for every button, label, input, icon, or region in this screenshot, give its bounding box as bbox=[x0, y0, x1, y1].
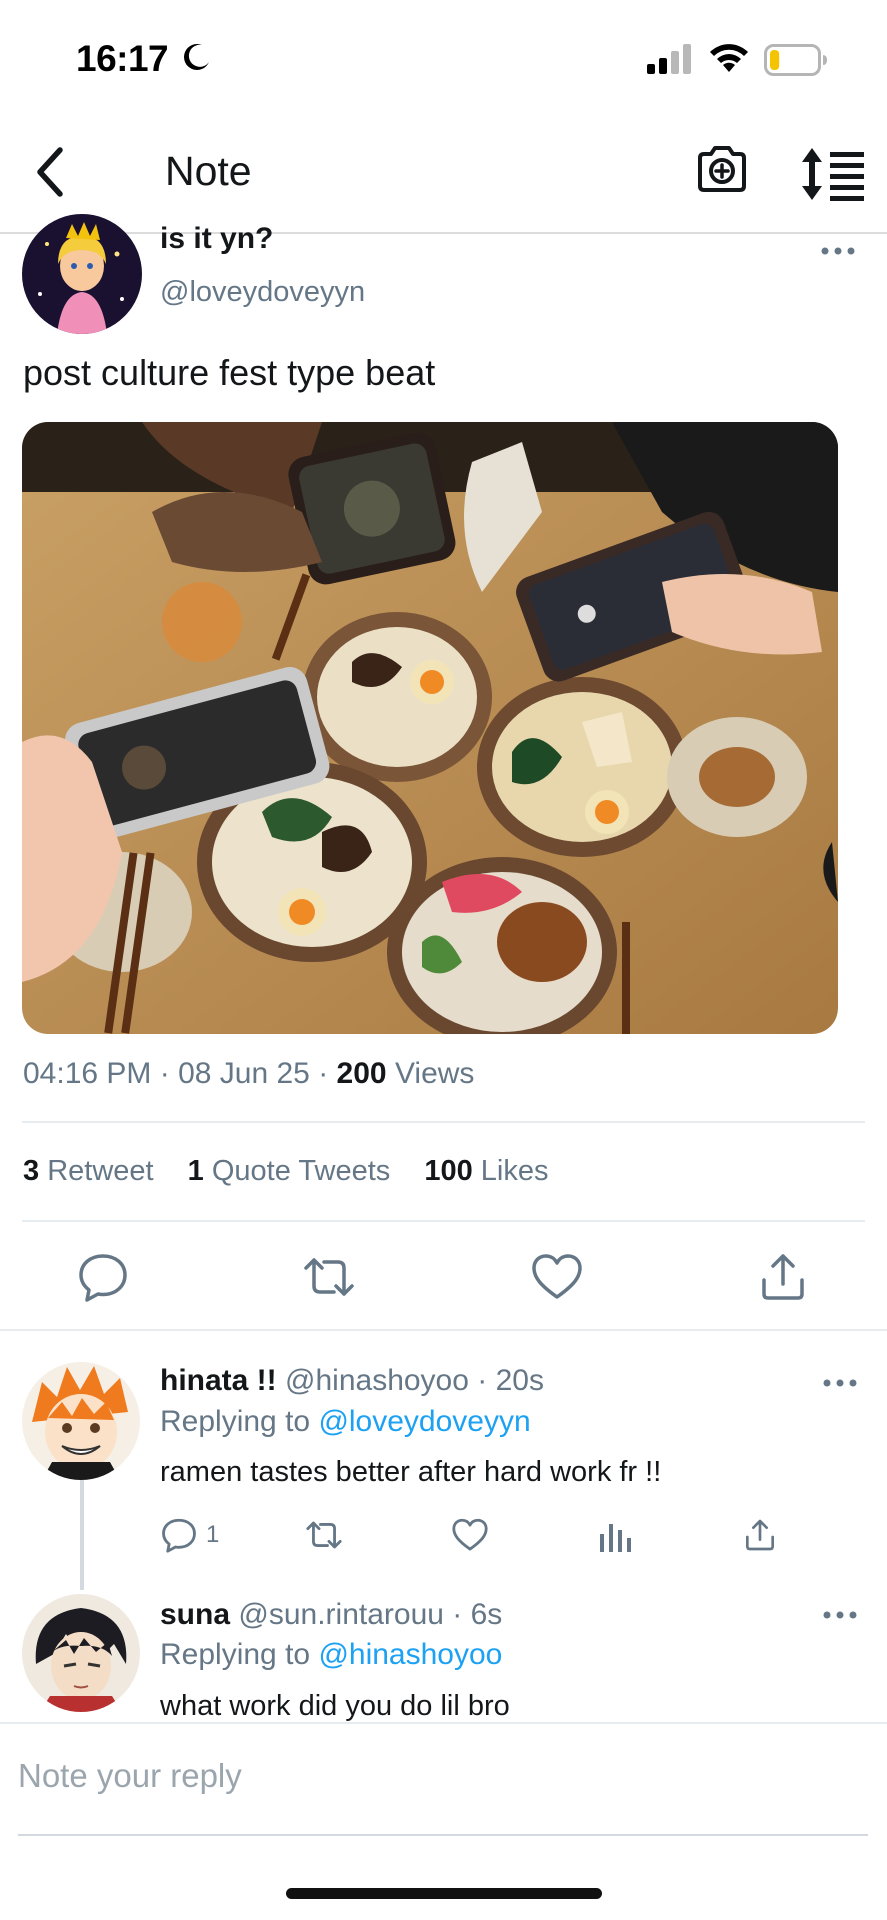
divider bbox=[22, 1121, 865, 1123]
reply-time: 6s bbox=[470, 1598, 503, 1631]
quotes-count: 1 bbox=[187, 1155, 204, 1187]
reply-like-button[interactable] bbox=[451, 1514, 489, 1556]
page-title: Note bbox=[165, 148, 252, 194]
reply-time: 20s bbox=[495, 1364, 544, 1397]
author-handle[interactable]: @loveydoveyyn bbox=[160, 276, 365, 309]
quotes-label: Quote Tweets bbox=[211, 1155, 391, 1187]
battery-icon bbox=[764, 44, 827, 76]
retweet-stat[interactable]: 3 Retweet bbox=[23, 1155, 154, 1187]
reply-action-bar: 1 bbox=[0, 1514, 887, 1560]
likes-stat[interactable]: 100 Likes bbox=[424, 1155, 548, 1187]
tweet-time: 04:16 PM bbox=[23, 1057, 152, 1090]
avatar-image bbox=[22, 1594, 140, 1712]
heart-icon[interactable] bbox=[530, 1250, 584, 1304]
cellular-signal-icon bbox=[647, 44, 691, 74]
retweets-count: 3 bbox=[23, 1155, 40, 1187]
reply-analytics-button[interactable] bbox=[598, 1514, 632, 1556]
reply-header: hinata !! @hinashoyoo · 20s bbox=[160, 1364, 544, 1397]
views-label: Views bbox=[394, 1057, 475, 1090]
tweet-date: 08 Jun 25 bbox=[178, 1057, 310, 1090]
sort-list-icon[interactable] bbox=[800, 146, 866, 202]
tweet-meta: 04:16 PM · 08 Jun 25 · 200 Views bbox=[23, 1057, 475, 1090]
share-icon[interactable] bbox=[756, 1250, 810, 1304]
reply-input-underline bbox=[18, 1834, 868, 1836]
camera-plus-icon[interactable] bbox=[694, 142, 750, 198]
reply-comment-button[interactable]: 1 bbox=[160, 1514, 219, 1556]
reply-author-name[interactable]: suna bbox=[160, 1598, 230, 1631]
retweet-icon[interactable] bbox=[302, 1250, 356, 1304]
divider bbox=[0, 1329, 887, 1331]
reply-composer bbox=[0, 1722, 887, 1836]
reply-retweet-button[interactable] bbox=[304, 1514, 344, 1556]
more-options-icon[interactable] bbox=[822, 1376, 858, 1390]
tweet-action-bar bbox=[0, 1250, 887, 1310]
reply-input[interactable] bbox=[18, 1746, 868, 1806]
tweet-photo[interactable] bbox=[22, 422, 838, 1034]
heart-icon bbox=[452, 1518, 488, 1551]
tweet-stats: 3 Retweet 1 Quote Tweets 100 Likes bbox=[23, 1155, 548, 1188]
reply-avatar-suna[interactable] bbox=[22, 1594, 140, 1712]
reply-text: ramen tastes better after hard work fr !… bbox=[160, 1456, 662, 1488]
replying-to-label: Replying to bbox=[160, 1405, 311, 1438]
reply-author-name[interactable]: hinata !! bbox=[160, 1364, 277, 1397]
retweet-icon bbox=[306, 1521, 342, 1549]
reply-author-handle[interactable]: @sun.rintarouu bbox=[238, 1598, 444, 1631]
reply-icon bbox=[162, 1518, 196, 1553]
analytics-icon bbox=[600, 1524, 631, 1552]
nav-header: Note bbox=[0, 110, 887, 234]
reply-author-handle[interactable]: @hinashoyoo bbox=[285, 1364, 469, 1397]
wifi-icon bbox=[710, 44, 748, 72]
likes-label: Likes bbox=[480, 1155, 549, 1187]
reply-count: 1 bbox=[206, 1521, 220, 1548]
divider bbox=[22, 1220, 865, 1222]
avatar-image bbox=[22, 1362, 140, 1480]
quote-stat[interactable]: 1 Quote Tweets bbox=[188, 1155, 391, 1187]
avatar-image bbox=[22, 214, 142, 334]
tweet-text: post culture fest type beat bbox=[23, 352, 436, 393]
replying-to-mention[interactable]: @loveydoveyyn bbox=[318, 1405, 530, 1438]
home-indicator[interactable] bbox=[286, 1888, 602, 1899]
moon-icon bbox=[184, 44, 209, 70]
replying-to: Replying to @loveydoveyyn bbox=[160, 1405, 531, 1439]
more-options-icon[interactable] bbox=[822, 1608, 858, 1622]
author-name[interactable]: is it yn? bbox=[160, 224, 273, 254]
reply-header: suna @sun.rintarouu · 6s bbox=[160, 1598, 503, 1631]
replying-to-label: Replying to bbox=[160, 1638, 311, 1671]
reply-text: what work did you do lil bro bbox=[160, 1690, 510, 1722]
reply-share-button[interactable] bbox=[742, 1514, 778, 1556]
reply-icon[interactable] bbox=[76, 1250, 130, 1304]
views-count: 200 bbox=[336, 1057, 387, 1090]
retweets-label: Retweet bbox=[47, 1155, 154, 1187]
share-icon bbox=[746, 1519, 774, 1551]
status-bar: 16:17 bbox=[0, 0, 887, 110]
likes-count: 100 bbox=[424, 1155, 473, 1187]
status-time: 16:17 bbox=[76, 38, 169, 79]
more-options-icon[interactable] bbox=[820, 244, 856, 258]
ramen-photo-image bbox=[22, 422, 838, 1034]
replying-to-mention[interactable]: @hinashoyoo bbox=[318, 1638, 502, 1671]
reply-avatar-hinata[interactable] bbox=[22, 1362, 140, 1480]
replying-to: Replying to @hinashoyoo bbox=[160, 1638, 502, 1672]
chevron-left-icon[interactable] bbox=[28, 142, 76, 202]
author-avatar[interactable] bbox=[22, 214, 142, 334]
